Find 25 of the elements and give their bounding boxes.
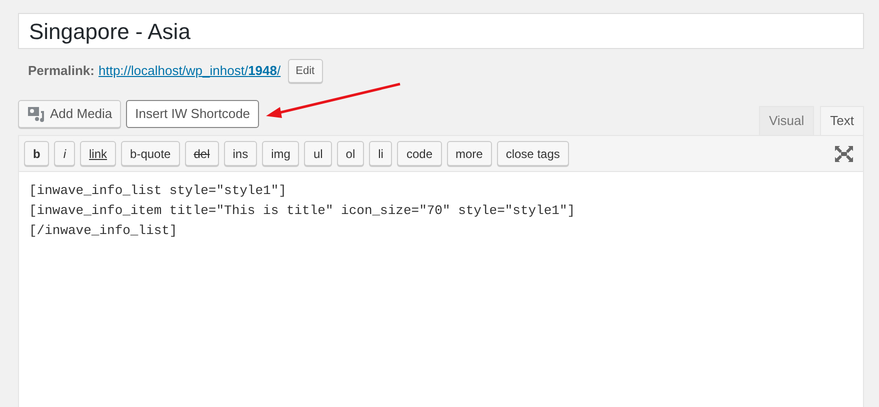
editor-tab[interactable]: Visual — [758, 106, 814, 135]
editor-tab[interactable]: Text — [820, 106, 864, 135]
permalink-label: Permalink: — [28, 62, 94, 80]
format-button[interactable]: b — [24, 141, 50, 166]
edit-button[interactable]: Edit — [288, 59, 323, 83]
format-button[interactable]: i — [54, 141, 76, 166]
code-line: [inwave_info_item title="This is title" icon_size="70" style="style1"] — [29, 202, 576, 220]
format-button[interactable]: link — [80, 141, 116, 166]
permalink-link[interactable]: http://localhost/wp_inhost/1948/ — [98, 61, 281, 81]
format-button[interactable]: more — [446, 141, 492, 166]
text-editor[interactable]: [inwave_info_list style="style1"] [inwave_info_item title="This is title" icon_size="70" style="style1"] [/inwave_info_list] — [19, 172, 863, 407]
code-line: [inwave_info_list style="style1"] — [29, 182, 288, 200]
title-field[interactable]: Singapore - Asia — [18, 13, 864, 49]
format-button[interactable]: img — [262, 141, 300, 166]
format-button[interactable]: close tags — [496, 141, 569, 166]
code-line: [/inwave_info_list] — [29, 222, 178, 240]
format-button[interactable]: ol — [336, 141, 364, 166]
format-button[interactable]: li — [369, 141, 392, 166]
format-button[interactable]: del — [184, 141, 219, 166]
format-button[interactable]: b-quote — [121, 141, 180, 166]
shortcode-button[interactable]: Insert IW Shortcode — [126, 100, 260, 128]
format-button[interactable]: ul — [304, 141, 332, 166]
add-media-button[interactable]: Add Media — [18, 100, 122, 128]
format-button[interactable]: ins — [224, 141, 258, 166]
format-button[interactable]: code — [397, 141, 442, 166]
